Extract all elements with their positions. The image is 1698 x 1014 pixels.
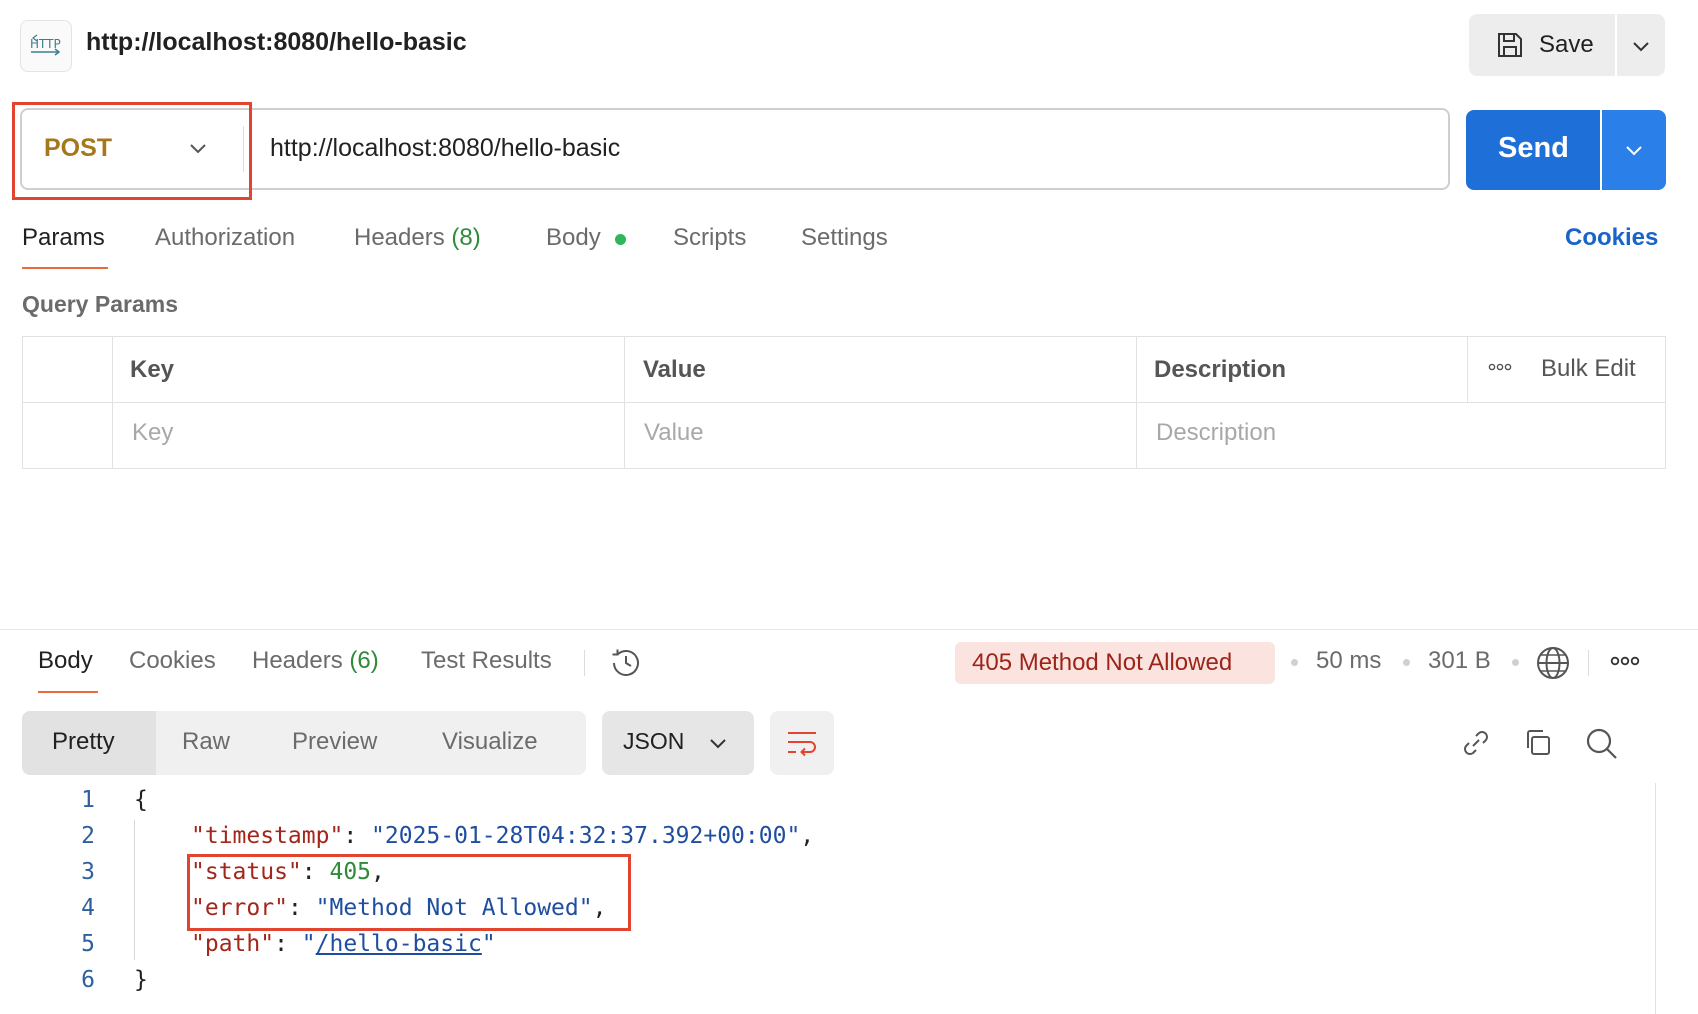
more-options-icon[interactable] [1488, 362, 1512, 372]
code-line: "path": "/hello-basic" [191, 931, 496, 957]
json-string-quote: " [481, 931, 496, 957]
history-icon[interactable] [608, 645, 644, 681]
tab-body[interactable]: Body [546, 224, 601, 252]
active-tab-indicator [22, 267, 108, 269]
response-tab-body[interactable]: Body [38, 647, 93, 675]
json-key: "path" [191, 931, 275, 957]
code-line: "timestamp": "2025-01-28T04:32:37.392+00… [191, 823, 814, 849]
save-options-button[interactable] [1617, 14, 1665, 76]
globe-icon[interactable] [1535, 645, 1571, 681]
column-header-description: Description [1154, 356, 1287, 383]
json-string: "2025-01-28T04:32:37.392+00:00" [371, 823, 801, 849]
column-header-key: Key [130, 356, 175, 383]
response-time[interactable]: 50 ms [1316, 647, 1381, 675]
more-options-icon[interactable] [1610, 655, 1640, 667]
http-request-icon: HTTP [20, 20, 72, 72]
chevron-down-icon [1626, 146, 1642, 156]
table-divider [1467, 336, 1468, 402]
bulk-edit-button[interactable]: Bulk Edit [1541, 355, 1636, 383]
separator-dot [1512, 659, 1519, 666]
view-mode-visualize[interactable]: Visualize [442, 728, 538, 756]
cookies-link[interactable]: Cookies [1565, 224, 1658, 252]
table-divider [22, 402, 1666, 403]
save-icon [1498, 33, 1522, 57]
link-icon[interactable] [1460, 727, 1492, 759]
chevron-down-icon [710, 739, 726, 749]
response-tab-headers-count: (6) [349, 647, 379, 674]
code-line: } [134, 967, 148, 993]
line-number: 1 [81, 787, 95, 813]
line-number: 6 [81, 967, 95, 993]
view-mode-pretty[interactable]: Pretty [52, 728, 115, 756]
chevron-down-icon [1633, 42, 1649, 52]
json-key: "timestamp" [191, 823, 344, 849]
value-input[interactable]: Value [644, 419, 704, 447]
code-line: { [134, 787, 148, 813]
search-icon[interactable] [1585, 727, 1619, 761]
line-number: 2 [81, 823, 95, 849]
wrap-lines-button[interactable] [770, 711, 834, 775]
tab-authorization[interactable]: Authorization [155, 224, 295, 252]
highlight-box [12, 102, 252, 200]
view-mode-raw[interactable]: Raw [182, 728, 230, 756]
response-tab-headers-label: Headers [252, 647, 343, 674]
line-number: 3 [81, 859, 95, 885]
json-punct: , [800, 823, 815, 849]
response-size[interactable]: 301 B [1428, 647, 1491, 675]
url-input[interactable]: http://localhost:8080/hello-basic [270, 134, 620, 163]
key-input[interactable]: Key [132, 419, 173, 447]
tab-headers-label: Headers [354, 224, 445, 251]
status-badge[interactable]: 405 Method Not Allowed [955, 642, 1275, 684]
divider [1588, 650, 1589, 676]
line-number: 4 [81, 895, 95, 921]
editor-scrollbar[interactable] [1655, 783, 1656, 1014]
divider [584, 650, 585, 676]
copy-icon[interactable] [1522, 727, 1554, 759]
separator-dot [1403, 659, 1410, 666]
send-options-button[interactable] [1602, 110, 1666, 190]
request-title[interactable]: http://localhost:8080/hello-basic [86, 28, 467, 57]
tab-headers[interactable]: Headers (8) [354, 224, 481, 252]
response-tab-headers[interactable]: Headers (6) [252, 647, 379, 675]
send-button[interactable]: Send [1466, 110, 1600, 190]
format-label: JSON [623, 728, 685, 754]
tab-params[interactable]: Params [22, 224, 105, 252]
tab-headers-count: (8) [451, 224, 481, 251]
pane-divider[interactable] [0, 629, 1698, 630]
description-input[interactable]: Description [1156, 419, 1276, 447]
json-path-link[interactable]: /hello-basic [316, 931, 482, 957]
status-text: 405 Method Not Allowed [972, 649, 1233, 676]
column-header-value: Value [643, 356, 706, 383]
body-indicator-dot [615, 234, 626, 245]
highlight-box [187, 854, 631, 931]
response-tab-cookies[interactable]: Cookies [129, 647, 216, 675]
json-brace: { [134, 787, 148, 813]
save-label: Save [1539, 31, 1594, 58]
view-mode-preview[interactable]: Preview [292, 728, 377, 756]
line-number: 5 [81, 931, 95, 957]
json-punct: : [274, 931, 302, 957]
save-button[interactable]: Save [1469, 14, 1615, 76]
wrap-lines-icon [788, 732, 816, 757]
indent-guide [134, 820, 135, 960]
tab-settings[interactable]: Settings [801, 224, 888, 252]
json-string-quote: " [301, 931, 316, 957]
send-label: Send [1498, 132, 1569, 164]
tab-scripts[interactable]: Scripts [673, 224, 746, 252]
json-brace: } [134, 967, 148, 993]
separator-dot [1291, 659, 1298, 666]
active-tab-indicator [38, 691, 98, 693]
query-params-title: Query Params [22, 291, 178, 317]
http-icon: HTTP [30, 34, 61, 56]
json-punct: : [343, 823, 372, 849]
format-select[interactable]: JSON [602, 711, 754, 775]
response-tab-test-results[interactable]: Test Results [421, 647, 552, 675]
